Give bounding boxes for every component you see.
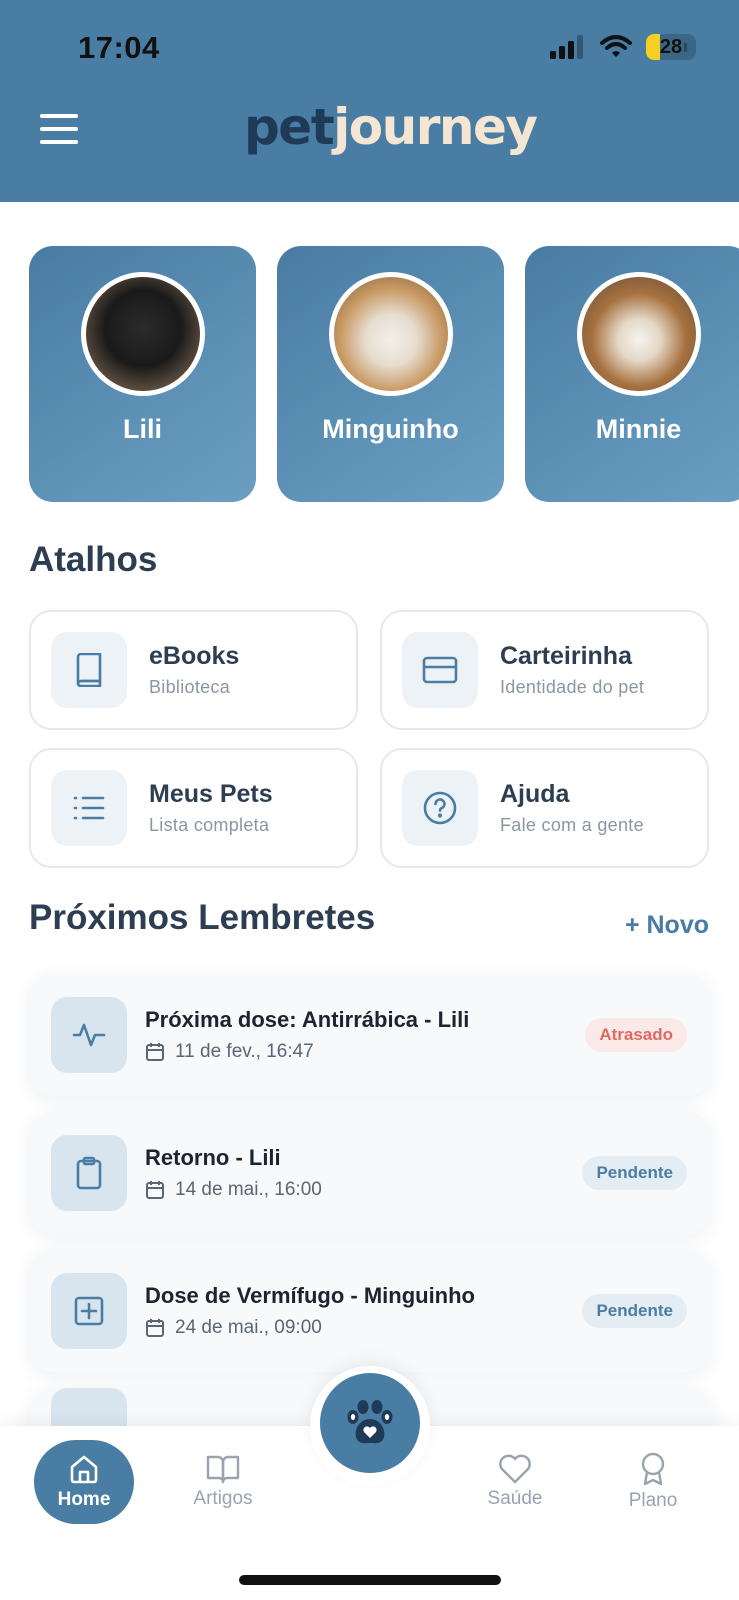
clipboard-icon [51, 1135, 127, 1211]
reminder-item[interactable]: Próxima dose: Antirrábica - Lili 11 de f… [29, 974, 711, 1096]
pulse-icon [51, 997, 127, 1073]
card-icon [402, 632, 478, 708]
shortcut-subtitle: Lista completa [149, 815, 270, 835]
nav-label: Home [57, 1489, 111, 1510]
pet-card-minguinho[interactable]: Minguinho [277, 246, 504, 502]
paw-action-button[interactable] [320, 1373, 420, 1473]
app-header: 17:04 28 petjourney [0, 0, 739, 202]
calendar-icon [146, 1319, 164, 1337]
home-icon [70, 1455, 98, 1484]
menu-button[interactable] [40, 114, 80, 146]
battery-icon: 28 [646, 34, 696, 60]
nav-plan[interactable]: Plano [603, 1440, 703, 1524]
nav-articles[interactable]: Artigos [173, 1440, 273, 1524]
wifi-icon [600, 35, 632, 57]
plus-square-icon [51, 1273, 127, 1349]
shortcut-title: Ajuda [500, 780, 570, 808]
calendar-icon [146, 1043, 164, 1061]
pet-card-minnie[interactable]: Minnie [525, 246, 739, 502]
shortcuts-title: Atalhos [29, 540, 158, 579]
shortcut-subtitle: Fale com a gente [500, 815, 644, 835]
help-icon [402, 770, 478, 846]
paw-heart-icon [347, 1400, 393, 1444]
open-book-icon [206, 1455, 240, 1484]
new-reminder-button[interactable]: + Novo [625, 911, 709, 940]
reminders-title: Próximos Lembretes [29, 898, 376, 937]
reminder-date: 24 de mai., 09:00 [175, 1317, 322, 1338]
pet-card-lili[interactable]: Lili [29, 246, 256, 502]
signal-icon [550, 35, 583, 59]
reminder-item[interactable]: Dose de Vermífugo - Minguinho 24 de mai.… [29, 1250, 711, 1372]
shortcut-title: eBooks [149, 642, 240, 670]
shortcut-carteirinha[interactable]: Carteirinha Identidade do pet [380, 610, 709, 730]
nav-label: Plano [628, 1490, 678, 1511]
nav-health[interactable]: Saúde [465, 1440, 565, 1524]
pet-name: Minnie [595, 414, 682, 444]
status-icons: 28 [550, 34, 696, 60]
pet-name: Minguinho [322, 414, 459, 444]
shortcut-title: Carteirinha [500, 642, 632, 670]
battery-level: 28 [659, 35, 683, 58]
home-indicator [239, 1575, 501, 1585]
nav-label: Saúde [487, 1488, 543, 1509]
status-badge: Pendente [582, 1156, 687, 1190]
pet-carousel[interactable]: Lili Minguinho Minnie [29, 246, 739, 502]
shortcut-meus-pets[interactable]: Meus Pets Lista completa [29, 748, 358, 868]
menu-icon [40, 114, 78, 118]
shortcuts-grid: eBooks Biblioteca Carteirinha Identidade… [29, 610, 709, 868]
reminder-title: Dose de Vermífugo - Minguinho [145, 1283, 475, 1308]
status-badge: Pendente [582, 1294, 687, 1328]
award-icon [641, 1452, 665, 1486]
reminder-title: Retorno - Lili [145, 1145, 281, 1170]
reminders-list: Próxima dose: Antirrábica - Lili 11 de f… [29, 974, 711, 1428]
pet-avatar [80, 272, 205, 396]
reminder-date: 11 de fev., 16:47 [175, 1041, 314, 1062]
app-logo: petjourney [244, 98, 538, 156]
calendar-icon [146, 1181, 164, 1199]
heart-icon [499, 1454, 531, 1484]
reminder-icon [51, 1388, 127, 1428]
status-badge: Atrasado [585, 1018, 687, 1052]
list-icon [51, 770, 127, 846]
shortcut-title: Meus Pets [149, 780, 273, 808]
reminder-item[interactable]: Retorno - Lili 14 de mai., 16:00 Pendent… [29, 1112, 711, 1234]
shortcut-subtitle: Biblioteca [149, 677, 231, 697]
reminder-title: Próxima dose: Antirrábica - Lili [145, 1007, 470, 1032]
reminder-date: 14 de mai., 16:00 [175, 1179, 322, 1200]
pet-name: Lili [123, 414, 162, 444]
shortcut-ebooks[interactable]: eBooks Biblioteca [29, 610, 358, 730]
shortcut-ajuda[interactable]: Ajuda Fale com a gente [380, 748, 709, 868]
nav-label: Artigos [193, 1488, 253, 1509]
shortcut-subtitle: Identidade do pet [500, 677, 645, 697]
status-time: 17:04 [78, 30, 160, 65]
nav-home[interactable]: Home [34, 1440, 134, 1524]
pet-avatar [328, 272, 453, 396]
pet-avatar [576, 272, 701, 396]
book-icon [51, 632, 127, 708]
